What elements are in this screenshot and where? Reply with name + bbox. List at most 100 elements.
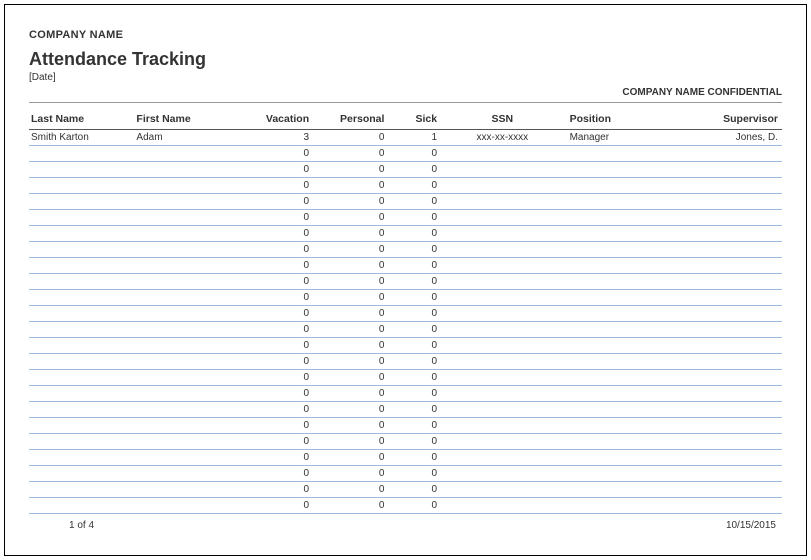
cell-ssn <box>443 402 563 418</box>
cell-personal: 0 <box>315 146 390 162</box>
cell-sick: 0 <box>390 274 443 290</box>
cell-sick: 0 <box>390 482 443 498</box>
cell-position <box>564 434 669 450</box>
cell-ssn <box>443 338 563 354</box>
cell-personal: 0 <box>315 242 390 258</box>
cell-personal: 0 <box>315 306 390 322</box>
cell-supervisor <box>669 386 782 402</box>
cell-vacation: 0 <box>240 242 315 258</box>
table-row: 000 <box>29 274 782 290</box>
cell-ssn <box>443 226 563 242</box>
col-personal: Personal <box>315 109 390 130</box>
footer-date: 10/15/2015 <box>726 520 776 531</box>
cell-personal: 0 <box>315 482 390 498</box>
table-body: Smith KartonAdam301xxx-xx-xxxxManagerJon… <box>29 130 782 514</box>
cell-personal: 0 <box>315 418 390 434</box>
cell-last-name <box>29 434 134 450</box>
cell-supervisor <box>669 242 782 258</box>
cell-sick: 1 <box>390 130 443 146</box>
cell-ssn <box>443 370 563 386</box>
cell-sick: 0 <box>390 466 443 482</box>
cell-vacation: 0 <box>240 194 315 210</box>
cell-sick: 0 <box>390 210 443 226</box>
cell-ssn <box>443 258 563 274</box>
cell-last-name <box>29 322 134 338</box>
cell-first-name <box>134 194 239 210</box>
cell-first-name <box>134 418 239 434</box>
cell-ssn <box>443 162 563 178</box>
cell-first-name <box>134 322 239 338</box>
cell-position <box>564 402 669 418</box>
cell-last-name <box>29 466 134 482</box>
cell-position <box>564 498 669 514</box>
cell-last-name <box>29 274 134 290</box>
cell-personal: 0 <box>315 322 390 338</box>
cell-supervisor <box>669 482 782 498</box>
cell-personal: 0 <box>315 210 390 226</box>
cell-ssn <box>443 306 563 322</box>
table-row: 000 <box>29 306 782 322</box>
cell-last-name <box>29 338 134 354</box>
cell-ssn <box>443 194 563 210</box>
table-header-row: Last Name First Name Vacation Personal S… <box>29 109 782 130</box>
cell-sick: 0 <box>390 418 443 434</box>
cell-personal: 0 <box>315 466 390 482</box>
cell-supervisor <box>669 450 782 466</box>
cell-position <box>564 338 669 354</box>
table-row: 000 <box>29 258 782 274</box>
cell-vacation: 0 <box>240 274 315 290</box>
document-page: COMPANY NAME Attendance Tracking [Date] … <box>4 4 807 556</box>
cell-first-name <box>134 482 239 498</box>
cell-position <box>564 370 669 386</box>
table-row: 000 <box>29 450 782 466</box>
cell-first-name <box>134 354 239 370</box>
cell-last-name <box>29 210 134 226</box>
cell-ssn <box>443 354 563 370</box>
cell-first-name <box>134 370 239 386</box>
cell-vacation: 0 <box>240 418 315 434</box>
table-row: 000 <box>29 322 782 338</box>
cell-ssn <box>443 178 563 194</box>
cell-supervisor <box>669 306 782 322</box>
cell-personal: 0 <box>315 178 390 194</box>
cell-ssn: xxx-xx-xxxx <box>443 130 563 146</box>
cell-supervisor <box>669 210 782 226</box>
cell-vacation: 0 <box>240 386 315 402</box>
cell-supervisor: Jones, D. <box>669 130 782 146</box>
cell-vacation: 0 <box>240 370 315 386</box>
cell-last-name <box>29 290 134 306</box>
cell-sick: 0 <box>390 386 443 402</box>
cell-sick: 0 <box>390 226 443 242</box>
cell-position <box>564 210 669 226</box>
cell-last-name <box>29 258 134 274</box>
col-ssn: SSN <box>443 109 563 130</box>
attendance-table: Last Name First Name Vacation Personal S… <box>29 109 782 514</box>
cell-personal: 0 <box>315 498 390 514</box>
cell-first-name <box>134 242 239 258</box>
cell-supervisor <box>669 178 782 194</box>
cell-supervisor <box>669 258 782 274</box>
cell-last-name <box>29 354 134 370</box>
cell-position <box>564 242 669 258</box>
cell-supervisor <box>669 434 782 450</box>
cell-sick: 0 <box>390 322 443 338</box>
cell-vacation: 0 <box>240 322 315 338</box>
cell-sick: 0 <box>390 338 443 354</box>
cell-first-name <box>134 402 239 418</box>
cell-vacation: 0 <box>240 482 315 498</box>
table-row: 000 <box>29 210 782 226</box>
cell-ssn <box>443 498 563 514</box>
cell-position <box>564 290 669 306</box>
cell-supervisor <box>669 370 782 386</box>
cell-first-name <box>134 210 239 226</box>
cell-last-name <box>29 418 134 434</box>
cell-position <box>564 306 669 322</box>
col-supervisor: Supervisor <box>669 109 782 130</box>
cell-personal: 0 <box>315 130 390 146</box>
cell-vacation: 0 <box>240 450 315 466</box>
cell-personal: 0 <box>315 162 390 178</box>
cell-sick: 0 <box>390 306 443 322</box>
cell-sick: 0 <box>390 498 443 514</box>
cell-ssn <box>443 242 563 258</box>
col-vacation: Vacation <box>240 109 315 130</box>
